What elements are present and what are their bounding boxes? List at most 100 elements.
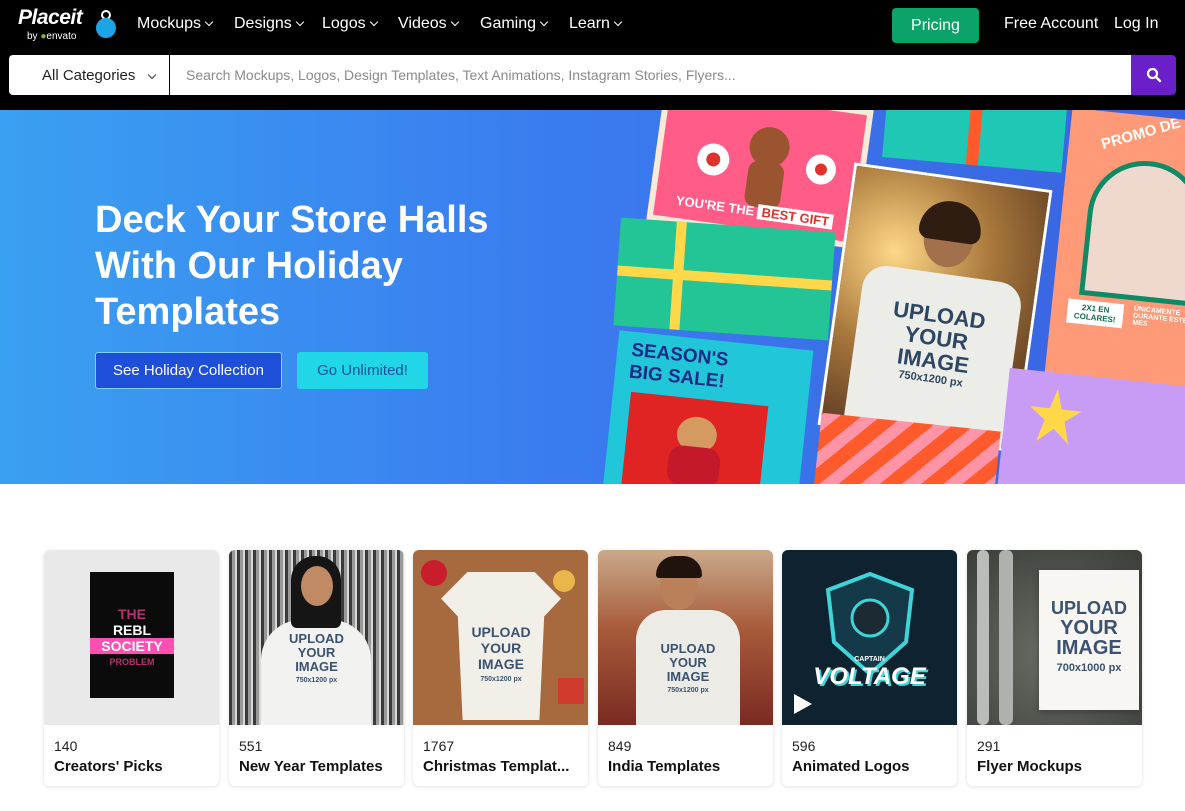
tile-count: 291 (977, 738, 1001, 754)
hand-photo (1079, 155, 1185, 307)
chevron-down-icon (539, 17, 549, 27)
tile-count: 596 (792, 738, 816, 754)
chevron-down-icon (204, 17, 214, 27)
season-sale-card[interactable]: SEASON'S BIG SALE! (601, 330, 814, 484)
poster-text: THE REBL SOCIETY PROBLEM (90, 606, 174, 670)
upload-size: 750x1200 px (667, 687, 709, 694)
category-select-value: All Categories (42, 66, 136, 84)
search-button[interactable] (1131, 55, 1176, 95)
poster-line2: REBL (112, 622, 152, 638)
search-bar: All Categories (0, 50, 1185, 110)
dog-photo (620, 391, 769, 484)
tile-label: Animated Logos (792, 758, 910, 775)
upload-line2: YOUR (297, 645, 336, 660)
model-hair (656, 556, 702, 578)
tile-thumbnail: UPLOAD YOUR IMAGE 750x1200 px (229, 550, 404, 725)
flyer-paper: UPLOAD YOUR IMAGE 700x1000 px (1039, 570, 1139, 710)
upload-line2: YOUR (480, 640, 522, 656)
upload-line3: IMAGE (478, 656, 524, 672)
pricing-button[interactable]: Pricing (892, 8, 979, 43)
play-icon[interactable] (792, 692, 814, 716)
go-unlimited-button[interactable]: Go Unlimited! (297, 352, 428, 389)
upload-line3: IMAGE (295, 659, 338, 674)
upload-line2: YOUR (1060, 617, 1118, 639)
logo-line1: CAPTAIN (854, 656, 885, 663)
ornament-red (421, 560, 447, 586)
tile-thumbnail: CAPTAIN VOLTAGE (782, 550, 957, 725)
chevron-down-icon (450, 17, 459, 27)
ornament-gift (558, 678, 584, 704)
nav-logos-label: Logos (322, 15, 366, 32)
logo-line2: VOLTAGE (813, 663, 926, 690)
knife (977, 550, 989, 725)
logo-by-text: by (27, 31, 38, 42)
category-tile-creators-picks[interactable]: THE REBL SOCIETY PROBLEM 140 Creators' P… (44, 550, 219, 786)
chevron-down-icon (369, 17, 378, 27)
logo-drop-icon (96, 18, 116, 38)
upload-line2: YOUR (669, 655, 707, 670)
top-navigation: Placeit by ●envato Mockups Designs Logos… (0, 0, 1185, 50)
upload-line3: IMAGE (1056, 637, 1122, 659)
orange-ribbon (965, 110, 985, 166)
nav-gaming[interactable]: Gaming (480, 15, 549, 33)
tile-count: 1767 (423, 738, 455, 754)
logo-wordmark: Placeit (18, 6, 83, 29)
nav-designs[interactable]: Designs (234, 15, 305, 33)
category-select[interactable]: All Categories (9, 55, 169, 95)
tile-label: Creators' Picks (54, 758, 163, 775)
star-icon (1029, 389, 1082, 445)
tile-label: Flyer Mockups (977, 758, 1083, 775)
placeit-logo[interactable]: Placeit by ●envato (18, 6, 120, 44)
nav-mockups[interactable]: Mockups (137, 15, 214, 33)
nav-learn[interactable]: Learn (569, 15, 623, 33)
poster-line3: SOCIETY (90, 638, 174, 654)
search-input[interactable] (170, 55, 1131, 95)
tile-label: New Year Templates (239, 758, 383, 775)
star-card (997, 367, 1185, 484)
fork (999, 550, 1013, 725)
tile-upload-label: UPLOAD YOUR IMAGE 750x1200 px (451, 624, 551, 688)
gift-box-card[interactable] (613, 217, 836, 341)
category-tile-flyer-mockups[interactable]: UPLOAD YOUR IMAGE 700x1000 px 291 Flyer … (967, 550, 1142, 786)
nav-gaming-label: Gaming (480, 15, 537, 32)
logo-partner-text: envato (46, 31, 77, 42)
nav-mockups-label: Mockups (137, 15, 202, 32)
tile-thumbnail: THE REBL SOCIETY PROBLEM (44, 550, 219, 725)
tile-thumbnail: UPLOAD YOUR IMAGE 750x1200 px (598, 550, 773, 725)
flyer-upload-label: UPLOAD YOUR IMAGE 700x1000 px (1039, 598, 1139, 678)
tile-thumbnail: UPLOAD YOUR IMAGE 750x1200 px (413, 550, 588, 725)
category-tile-new-year[interactable]: UPLOAD YOUR IMAGE 750x1200 px 551 New Ye… (229, 550, 404, 786)
category-tile-christmas[interactable]: UPLOAD YOUR IMAGE 750x1200 px 1767 Chris… (413, 550, 588, 786)
poster-line1: THE (118, 606, 146, 622)
tile-count: 849 (608, 738, 632, 754)
teal-gift-card (882, 110, 1068, 173)
poster-line4: PROBLEM (109, 657, 155, 667)
hero-banner: Deck Your Store Halls With Our Holiday T… (0, 110, 1185, 484)
nav-videos-label: Videos (398, 15, 447, 32)
chevron-down-icon (147, 70, 157, 80)
category-tile-animated-logos[interactable]: CAPTAIN VOLTAGE 596 Animated Logos (782, 550, 957, 786)
category-tile-india[interactable]: UPLOAD YOUR IMAGE 750x1200 px 849 India … (598, 550, 773, 786)
poster-art: THE REBL SOCIETY PROBLEM (90, 572, 174, 698)
free-account-link[interactable]: Free Account (1004, 15, 1098, 33)
model-face-front (301, 566, 333, 606)
tile-thumbnail: UPLOAD YOUR IMAGE 700x1000 px (967, 550, 1142, 725)
tile-label: India Templates (608, 758, 721, 775)
upload-size: 750x1200 px (480, 676, 522, 683)
logo-byline: by ●envato (27, 31, 76, 42)
tile-upload-label: UPLOAD YOUR IMAGE 750x1200 px (646, 642, 730, 698)
upload-line1: UPLOAD (289, 631, 344, 646)
see-holiday-collection-button[interactable]: See Holiday Collection (95, 352, 282, 389)
logo-text: CAPTAIN VOLTAGE (782, 656, 957, 691)
upload-size: 700x1000 px (1056, 662, 1122, 674)
gift-ribbon-horizontal (616, 265, 833, 291)
dog-body (665, 444, 722, 484)
nav-designs-label: Designs (234, 15, 292, 32)
nav-logos[interactable]: Logos (322, 15, 378, 33)
chevron-down-icon (613, 17, 623, 27)
login-link[interactable]: Log In (1114, 15, 1158, 33)
nav-learn-label: Learn (569, 15, 610, 32)
nav-videos[interactable]: Videos (398, 15, 459, 33)
promo-badge-left: 2X1 EN COLARES! (1066, 298, 1125, 329)
promo-card[interactable]: PROMO DE 2X1 EN COLARES! ÚNICAMENTE DURA… (1044, 110, 1185, 393)
